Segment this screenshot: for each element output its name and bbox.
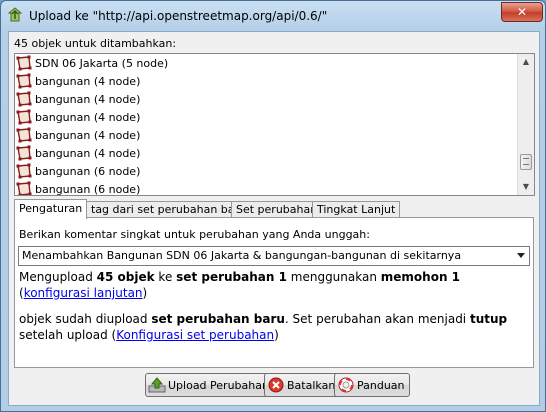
help-button-label: Panduan [357,378,405,392]
list-item-label: bangunan (4 node) [35,146,141,160]
list-item[interactable]: SDN 06 Jakarta (5 node) [15,54,517,72]
list-item[interactable]: bangunan (6 node) [15,162,517,180]
way-icon [16,55,32,71]
way-icon [16,91,32,107]
dropdown-arrow-icon[interactable] [517,253,525,258]
policy-text: objek sudah diupload [19,312,152,326]
way-icon [16,127,32,143]
list-item-label: bangunan (4 node) [35,92,141,106]
comment-value[interactable]: Menambahkan Bangunan SDN 06 Jakarta & ba… [22,249,461,262]
tab-changeset[interactable]: Set perubahan [231,201,323,218]
cancel-button[interactable]: Batalkan [264,373,341,397]
help-button[interactable]: Panduan [334,373,410,397]
objects-list-items: SDN 06 Jakarta (5 node) bangunan (4 node)… [15,54,517,196]
list-item-label: bangunan (4 node) [35,128,141,142]
summary-text: menggunakan [286,270,381,284]
comment-combobox[interactable]: Menambahkan Bangunan SDN 06 Jakarta & ba… [18,246,530,266]
list-item-label: bangunan (4 node) [35,110,141,124]
summary-text: ) [142,286,148,300]
objects-list[interactable]: SDN 06 Jakarta (5 node) bangunan (4 node)… [14,53,535,196]
tab-advanced[interactable]: Tingkat Lanjut [312,201,401,218]
upload-button[interactable]: Upload Perubahan [145,373,274,397]
upload-button-label: Upload Perubahan [168,378,269,392]
list-item-label: bangunan (6 node) [35,164,141,178]
list-scrollbar[interactable]: ▲ ▼ [517,54,534,195]
cancel-button-label: Batalkan [287,378,336,392]
tab-pengaturan[interactable]: Pengaturan [14,199,88,219]
object-count: 45 objek [96,270,155,284]
request-count: memohon 1 [380,270,461,284]
closed-text: tutup [469,312,508,326]
list-item[interactable]: bangunan (6 node) [15,180,517,196]
way-icon [16,181,32,195]
way-icon [16,73,32,89]
summary-text: ke [154,270,177,284]
title-bar[interactable]: Upload ke "http://api.openstreetmap.org/… [1,1,545,31]
policy-text: . Set perubahan akan menjadi [284,312,470,326]
cancel-icon [268,377,284,393]
lifebuoy-icon [338,377,354,393]
upload-icon [148,377,166,393]
upload-app-icon [7,7,23,22]
tab-changeset-tags[interactable]: tag dari set perubahan baru [86,201,252,218]
close-button[interactable]: ✕ [501,2,543,22]
upload-dialog: Upload ke "http://api.openstreetmap.org/… [0,0,546,412]
new-changeset-text: set perubahan baru [151,312,285,326]
settings-panel: Berikan komentar singkat untuk perubahan… [14,217,534,368]
changeset-policy-text: objek sudah diupload set perubahan baru.… [19,311,524,343]
list-item-label: SDN 06 Jakarta (5 node) [35,56,169,70]
policy-text: ) [274,328,279,342]
objects-count-label: 45 objek untuk ditambahkan: [14,37,177,50]
list-item[interactable]: bangunan (4 node) [15,126,517,144]
summary-text: Mengupload [19,270,97,284]
comment-label: Berikan komentar singkat untuk perubahan… [19,228,370,241]
list-item[interactable]: bangunan (4 node) [15,108,517,126]
close-icon: ✕ [516,5,528,19]
dialog-content: 45 objek untuk ditambahkan: SDN 06 Jakar… [8,31,540,406]
way-icon [16,109,32,125]
window-title: Upload ke "http://api.openstreetmap.org/… [29,9,328,23]
scroll-thumb[interactable] [520,154,532,170]
changeset-count: set perubahan 1 [176,270,287,284]
list-item[interactable]: bangunan (4 node) [15,90,517,108]
list-item-label: bangunan (6 node) [35,182,141,196]
way-icon [16,145,32,161]
upload-summary-text: Mengupload 45 objek ke set perubahan 1 m… [19,269,524,301]
changeset-config-link[interactable]: Konfigurasi set perubahan [116,328,274,342]
way-icon [16,163,32,179]
list-item[interactable]: bangunan (4 node) [15,72,517,90]
list-item[interactable]: bangunan (4 node) [15,144,517,162]
advanced-config-link[interactable]: konfigurasi lanjutan [24,286,143,300]
policy-text: setelah upload ( [19,328,117,342]
scroll-down-arrow-icon[interactable]: ▼ [518,179,534,195]
scroll-up-arrow-icon[interactable]: ▲ [518,54,534,70]
list-item-label: bangunan (4 node) [35,74,141,88]
